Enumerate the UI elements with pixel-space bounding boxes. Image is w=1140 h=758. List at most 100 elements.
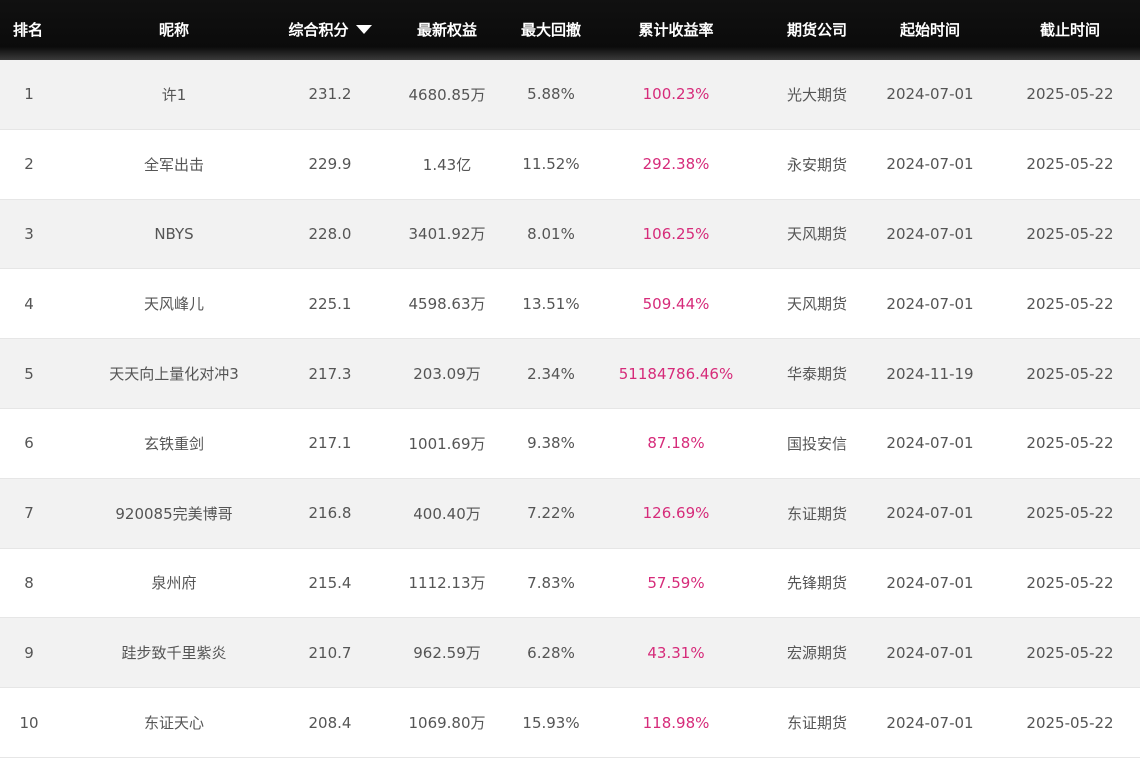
cell-score: 229.9 bbox=[308, 155, 352, 174]
cell-nickname[interactable]: 全军出击 bbox=[58, 130, 290, 199]
cell-end: 2025-05-22 bbox=[1026, 434, 1114, 453]
cell-equity: 203.09万 bbox=[413, 365, 481, 384]
cell-company: 国投安信 bbox=[786, 434, 847, 453]
cell-company: 华泰期货 bbox=[786, 365, 847, 384]
cell-equity: 1.43亿 bbox=[422, 155, 472, 174]
cell-company: 宏源期货 bbox=[786, 644, 847, 663]
cell-score: 217.3 bbox=[308, 364, 352, 383]
cell-start: 2024-11-19 bbox=[886, 364, 974, 383]
header-drawdown[interactable]: 最大回撤 bbox=[521, 0, 581, 60]
header-end[interactable]: 截止时间 bbox=[1000, 0, 1140, 60]
cell-score: 231.2 bbox=[308, 85, 352, 104]
cell-equity: 4680.85万 bbox=[408, 85, 486, 104]
cell-nickname[interactable]: 跬步致千里紫炎 bbox=[58, 618, 290, 687]
cell-equity: 1112.13万 bbox=[408, 574, 486, 593]
header-company[interactable]: 期货公司 bbox=[774, 0, 860, 60]
cell-end: 2025-05-22 bbox=[1026, 643, 1114, 662]
cell-equity: 3401.92万 bbox=[408, 225, 486, 244]
cell-rank: 7 bbox=[24, 504, 34, 523]
cell-return: 509.44% bbox=[642, 294, 710, 313]
table-row[interactable]: 5 天天向上量化对冲3 217.3 203.09万 2.34% 51184786.46% 华… bbox=[0, 339, 1140, 409]
table-row[interactable]: 7 920085完美博哥 216.8 400.40万 7.22% 126.69% 东证期货 2… bbox=[0, 478, 1140, 549]
cell-company: 东证期货 bbox=[786, 504, 847, 523]
cell-score: 228.0 bbox=[308, 224, 352, 243]
table-row[interactable]: 9 跬步致千里紫炎 210.7 962.59万 6.28% 43.31% 宏源期货 2024-… bbox=[0, 618, 1140, 689]
header-start[interactable]: 起始时间 bbox=[860, 0, 1000, 60]
cell-company: 光大期货 bbox=[786, 85, 847, 104]
table-row[interactable]: 10 东证天心 208.4 1069.80万 15.93% 118.98% 东证期货 2024… bbox=[0, 688, 1140, 758]
ranking-table: 排名 昵称 综合积分 最新权益 最大回撤 累计收益率 期货公司 起始时间 截止时… bbox=[0, 0, 1140, 758]
cell-end: 2025-05-22 bbox=[1026, 364, 1114, 383]
cell-nickname[interactable]: 东证天心 bbox=[58, 688, 290, 757]
cell-score: 216.8 bbox=[308, 504, 352, 523]
cell-nickname[interactable]: 泉州府 bbox=[58, 549, 290, 618]
cell-start: 2024-07-01 bbox=[886, 573, 974, 592]
cell-equity: 1069.80万 bbox=[408, 714, 486, 733]
cell-rank: 9 bbox=[24, 643, 34, 662]
cell-drawdown: 7.83% bbox=[527, 573, 575, 592]
cell-return: 118.98% bbox=[642, 713, 710, 732]
cell-end: 2025-05-22 bbox=[1026, 85, 1114, 104]
cell-end: 2025-05-22 bbox=[1026, 573, 1114, 592]
cell-drawdown: 13.51% bbox=[522, 294, 580, 313]
header-nickname[interactable]: 昵称 bbox=[58, 0, 290, 60]
cell-start: 2024-07-01 bbox=[886, 155, 974, 174]
cell-company: 东证期货 bbox=[786, 714, 847, 733]
cell-return: 126.69% bbox=[642, 504, 710, 523]
table-header: 排名 昵称 综合积分 最新权益 最大回撤 累计收益率 期货公司 起始时间 截止时… bbox=[0, 0, 1140, 60]
cell-equity: 1001.69万 bbox=[408, 434, 486, 453]
cell-score: 217.1 bbox=[308, 434, 352, 453]
header-score[interactable]: 综合积分 bbox=[288, 0, 372, 60]
cell-rank: 2 bbox=[24, 155, 34, 174]
cell-return: 100.23% bbox=[642, 85, 710, 104]
cell-end: 2025-05-22 bbox=[1026, 155, 1114, 174]
cell-return: 51184786.46% bbox=[618, 364, 734, 383]
cell-nickname[interactable]: 天风峰儿 bbox=[58, 269, 290, 338]
cell-start: 2024-07-01 bbox=[886, 85, 974, 104]
cell-score: 210.7 bbox=[308, 643, 352, 662]
table-row[interactable]: 6 玄铁重剑 217.1 1001.69万 9.38% 87.18% 国投安信 2024-07… bbox=[0, 408, 1140, 479]
cell-nickname[interactable]: 许1 bbox=[58, 60, 290, 129]
cell-score: 208.4 bbox=[308, 713, 352, 732]
cell-return: 87.18% bbox=[647, 434, 705, 453]
cell-company: 天风期货 bbox=[786, 295, 847, 314]
cell-nickname[interactable]: 天天向上量化对冲3 bbox=[58, 339, 290, 408]
cell-drawdown: 15.93% bbox=[522, 713, 580, 732]
header-rank[interactable]: 排名 bbox=[0, 0, 58, 60]
cell-rank: 10 bbox=[19, 713, 39, 732]
cell-end: 2025-05-22 bbox=[1026, 294, 1114, 313]
cell-drawdown: 8.01% bbox=[527, 224, 575, 243]
table-row[interactable]: 1 许1 231.2 4680.85万 5.88% 100.23% 光大期货 2024-07-… bbox=[0, 60, 1140, 130]
table-row[interactable]: 8 泉州府 215.4 1112.13万 7.83% 57.59% 先锋期货 2024-07-… bbox=[0, 548, 1140, 619]
cell-drawdown: 7.22% bbox=[527, 504, 575, 523]
table-row[interactable]: 3 NBYS 228.0 3401.92万 8.01% 106.25% 天风期货 2024-0… bbox=[0, 199, 1140, 270]
cell-equity: 962.59万 bbox=[413, 644, 481, 663]
cell-start: 2024-07-01 bbox=[886, 434, 974, 453]
cell-rank: 5 bbox=[24, 364, 34, 383]
cell-nickname[interactable]: NBYS bbox=[58, 200, 290, 269]
table-row[interactable]: 4 天风峰儿 225.1 4598.63万 13.51% 509.44% 天风期货 2024-… bbox=[0, 269, 1140, 340]
cell-score: 225.1 bbox=[308, 294, 352, 313]
cell-company: 天风期货 bbox=[786, 225, 847, 244]
cell-end: 2025-05-22 bbox=[1026, 713, 1114, 732]
cell-nickname[interactable]: 920085完美博哥 bbox=[58, 479, 290, 548]
cell-start: 2024-07-01 bbox=[886, 224, 974, 243]
cell-company: 永安期货 bbox=[786, 155, 847, 174]
table-row[interactable]: 2 全军出击 229.9 1.43亿 11.52% 292.38% 永安期货 2024-07-… bbox=[0, 129, 1140, 200]
cell-end: 2025-05-22 bbox=[1026, 504, 1114, 523]
cell-start: 2024-07-01 bbox=[886, 504, 974, 523]
cell-nickname[interactable]: 玄铁重剑 bbox=[58, 409, 290, 478]
cell-return: 292.38% bbox=[642, 155, 710, 174]
cell-return: 43.31% bbox=[647, 643, 705, 662]
cell-start: 2024-07-01 bbox=[886, 294, 974, 313]
cell-drawdown: 9.38% bbox=[527, 434, 575, 453]
cell-rank: 8 bbox=[24, 573, 34, 592]
table-body: 1 许1 231.2 4680.85万 5.88% 100.23% 光大期货 2024-07-… bbox=[0, 60, 1140, 758]
header-equity[interactable]: 最新权益 bbox=[370, 0, 524, 60]
cell-rank: 3 bbox=[24, 224, 34, 243]
cell-score: 215.4 bbox=[308, 573, 352, 592]
header-score-label: 综合积分 bbox=[288, 20, 349, 39]
cell-start: 2024-07-01 bbox=[886, 713, 974, 732]
header-return[interactable]: 累计收益率 bbox=[578, 0, 774, 60]
cell-return: 106.25% bbox=[642, 224, 710, 243]
